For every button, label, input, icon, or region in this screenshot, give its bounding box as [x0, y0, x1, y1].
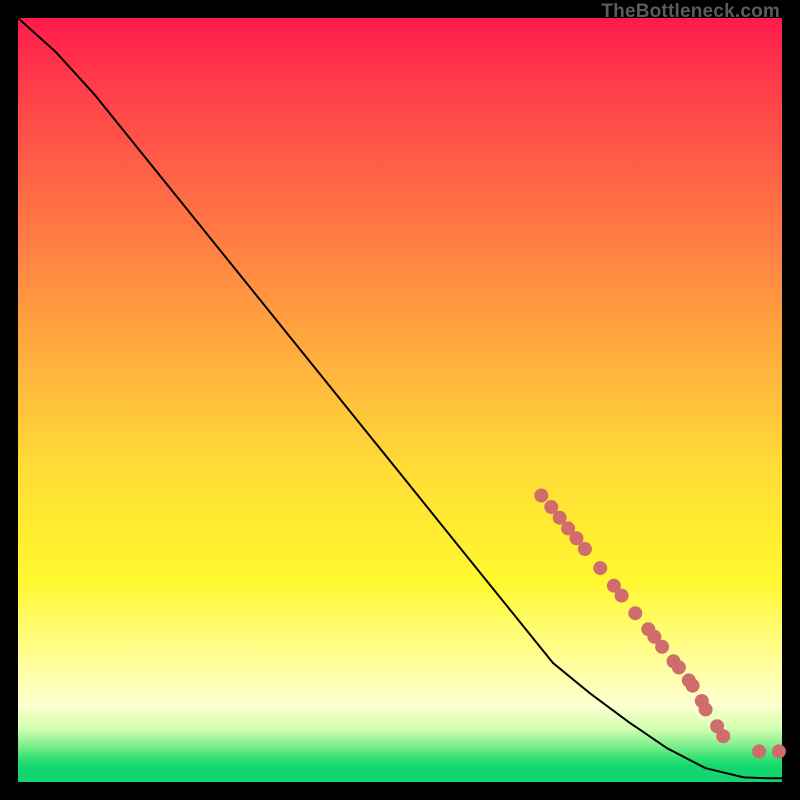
data-marker: [578, 542, 592, 556]
data-marker: [772, 744, 786, 758]
chart-markers: [534, 489, 786, 759]
data-marker: [686, 679, 700, 693]
data-marker: [593, 561, 607, 575]
data-marker: [534, 489, 548, 503]
data-marker: [655, 640, 669, 654]
data-marker: [615, 589, 629, 603]
data-marker: [672, 660, 686, 674]
data-marker: [699, 702, 713, 716]
data-marker: [628, 606, 642, 620]
chart-frame: TheBottleneck.com: [0, 0, 800, 800]
data-marker: [752, 744, 766, 758]
chart-overlay-svg: [18, 18, 782, 782]
data-marker: [716, 729, 730, 743]
